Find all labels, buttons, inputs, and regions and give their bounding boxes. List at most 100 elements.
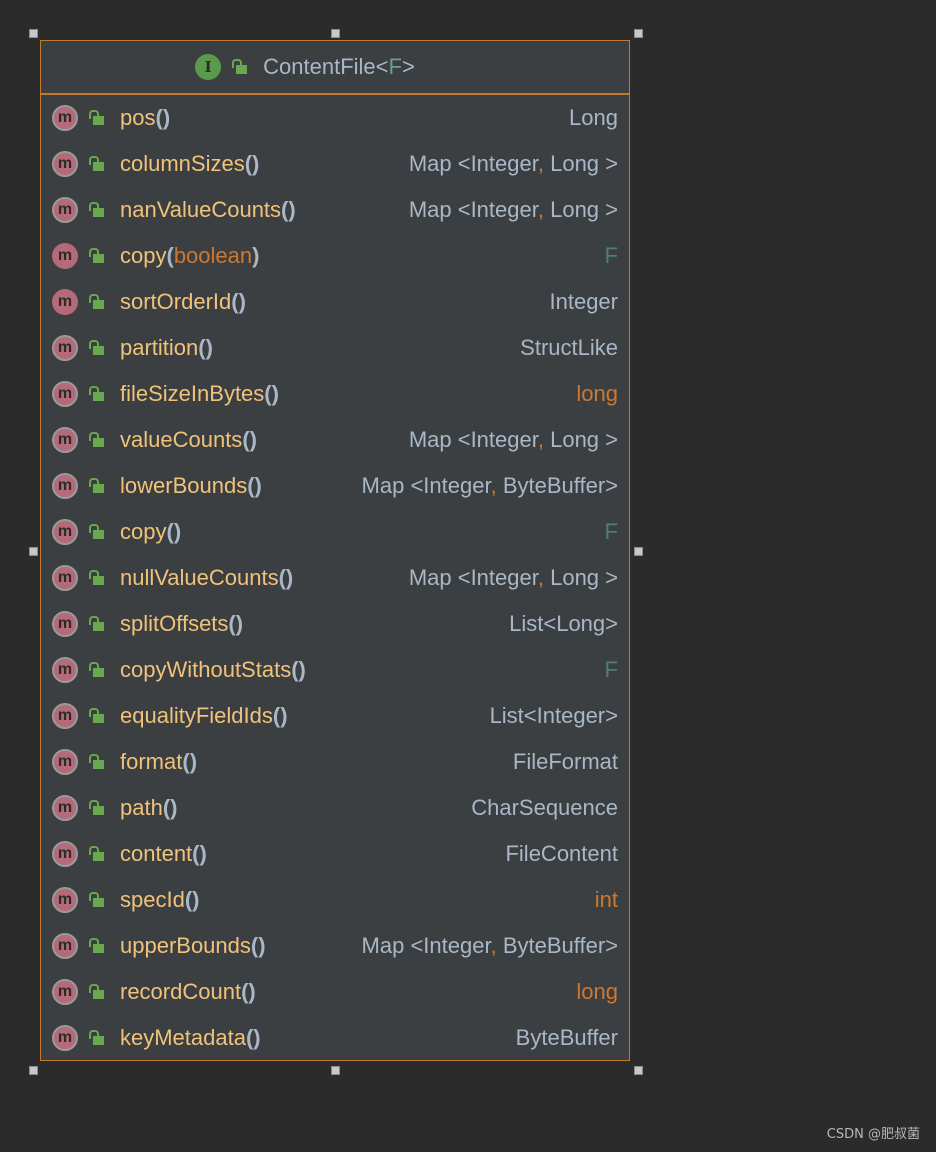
method-row[interactable]: m copyWithoutStats() F [41, 647, 629, 693]
method-icon: m [52, 703, 78, 729]
public-lock-icon [88, 155, 106, 173]
selection-handle-top-left[interactable] [29, 29, 38, 38]
method-icon: m [52, 657, 78, 683]
public-lock-icon [88, 431, 106, 449]
method-name: fileSizeInBytes() [120, 381, 279, 406]
method-row[interactable]: m copy() F [41, 509, 629, 555]
method-row[interactable]: m upperBounds() Map <Integer, ByteBuffer> [41, 923, 629, 969]
return-type: List<Long> [509, 611, 618, 636]
method-icon: m [52, 105, 78, 131]
public-lock-icon [88, 891, 106, 909]
public-lock-icon [88, 937, 106, 955]
method-name: nullValueCounts() [120, 565, 294, 590]
method-name: columnSizes() [120, 151, 260, 176]
method-icon: m [52, 841, 78, 867]
method-name: copy() [120, 519, 182, 544]
public-lock-icon [88, 523, 106, 541]
public-lock-icon [88, 615, 106, 633]
return-type: F [604, 519, 618, 544]
public-lock-icon [88, 799, 106, 817]
selection-handle-middle-right[interactable] [634, 547, 643, 556]
method-row[interactable]: m equalityFieldIds() List<Integer> [41, 693, 629, 739]
public-lock-icon [88, 707, 106, 725]
return-type: FileContent [505, 841, 618, 866]
method-name: specId() [120, 887, 200, 912]
return-type: Map <Integer, ByteBuffer> [361, 473, 618, 498]
method-row[interactable]: m path() CharSequence [41, 785, 629, 831]
method-icon: m [52, 749, 78, 775]
method-icon: m [52, 335, 78, 361]
method-row[interactable]: m pos() Long [41, 95, 629, 141]
method-row[interactable]: m splitOffsets() List<Long> [41, 601, 629, 647]
method-icon: m [52, 979, 78, 1005]
method-list: m pos() Long m columnSizes() Map <Integer, Lo… [41, 95, 629, 1061]
return-type: Integer [549, 289, 619, 314]
method-row[interactable]: m columnSizes() Map <Integer, Long > [41, 141, 629, 187]
method-name: upperBounds() [120, 933, 266, 958]
selection-handle-bottom-right[interactable] [634, 1066, 643, 1075]
public-lock-icon [88, 661, 106, 679]
method-icon: m [52, 519, 78, 545]
return-type: StructLike [520, 335, 618, 360]
method-icon: m [52, 151, 78, 177]
method-icon: m [52, 611, 78, 637]
public-lock-icon [88, 339, 106, 357]
return-type: Map <Integer, Long > [408, 151, 618, 176]
return-type: int [594, 887, 618, 912]
public-lock-icon [88, 845, 106, 863]
method-icon: m [52, 565, 78, 591]
method-row[interactable]: m recordCount() long [41, 969, 629, 1015]
public-lock-icon [88, 385, 106, 403]
class-header: I ContentFile<F> [41, 41, 629, 95]
public-lock-icon [88, 247, 106, 265]
method-row[interactable]: m content() FileContent [41, 831, 629, 877]
method-name: content() [120, 841, 207, 866]
method-name: splitOffsets() [120, 611, 244, 636]
return-type: CharSequence [471, 795, 618, 820]
method-row[interactable]: m specId() int [41, 877, 629, 923]
selection-handle-bottom-left[interactable] [29, 1066, 38, 1075]
selection-handle-top-right[interactable] [634, 29, 643, 38]
public-lock-icon [88, 293, 106, 311]
selection-handle-bottom-center[interactable] [331, 1066, 340, 1075]
method-icon: m [52, 243, 78, 269]
method-row[interactable]: m sortOrderId() Integer [41, 279, 629, 325]
class-node[interactable]: I ContentFile<F> m pos() Long m columnSizes(… [40, 40, 630, 1061]
method-name: nanValueCounts() [120, 197, 296, 222]
method-name: pos() [120, 105, 171, 130]
public-lock-icon [88, 569, 106, 587]
return-type: ByteBuffer [515, 1025, 618, 1050]
return-type: Map <Integer, Long > [408, 565, 618, 590]
method-row[interactable]: m nullValueCounts() Map <Integer, Long > [41, 555, 629, 601]
selection-handle-top-center[interactable] [331, 29, 340, 38]
method-name: recordCount() [120, 979, 256, 1004]
method-name: sortOrderId() [120, 289, 246, 314]
method-row[interactable]: m lowerBounds() Map <Integer, ByteBuffer> [41, 463, 629, 509]
public-lock-icon [231, 58, 249, 76]
return-type: Map <Integer, ByteBuffer> [361, 933, 618, 958]
public-lock-icon [88, 201, 106, 219]
method-row[interactable]: m format() FileFormat [41, 739, 629, 785]
return-type: Map <Integer, Long > [408, 197, 618, 222]
method-row[interactable]: m keyMetadata() ByteBuffer [41, 1015, 629, 1061]
public-lock-icon [88, 983, 106, 1001]
method-icon: m [52, 473, 78, 499]
method-icon: m [52, 933, 78, 959]
method-row[interactable]: m fileSizeInBytes() long [41, 371, 629, 417]
method-row[interactable]: m copy(boolean) F [41, 233, 629, 279]
method-row[interactable]: m nanValueCounts() Map <Integer, Long > [41, 187, 629, 233]
class-title: ContentFile<F> [263, 54, 415, 79]
method-row[interactable]: m partition() StructLike [41, 325, 629, 371]
public-lock-icon [88, 109, 106, 127]
method-name: lowerBounds() [120, 473, 262, 498]
return-type: FileFormat [512, 749, 618, 774]
selection-handle-middle-left[interactable] [29, 547, 38, 556]
interface-icon: I [195, 54, 222, 80]
method-name: valueCounts() [120, 427, 257, 452]
method-row[interactable]: m valueCounts() Map <Integer, Long > [41, 417, 629, 463]
method-name: format() [120, 749, 198, 774]
return-type: long [576, 381, 618, 406]
method-icon: m [52, 381, 78, 407]
method-name: keyMetadata() [120, 1025, 261, 1050]
method-name: path() [120, 795, 178, 820]
